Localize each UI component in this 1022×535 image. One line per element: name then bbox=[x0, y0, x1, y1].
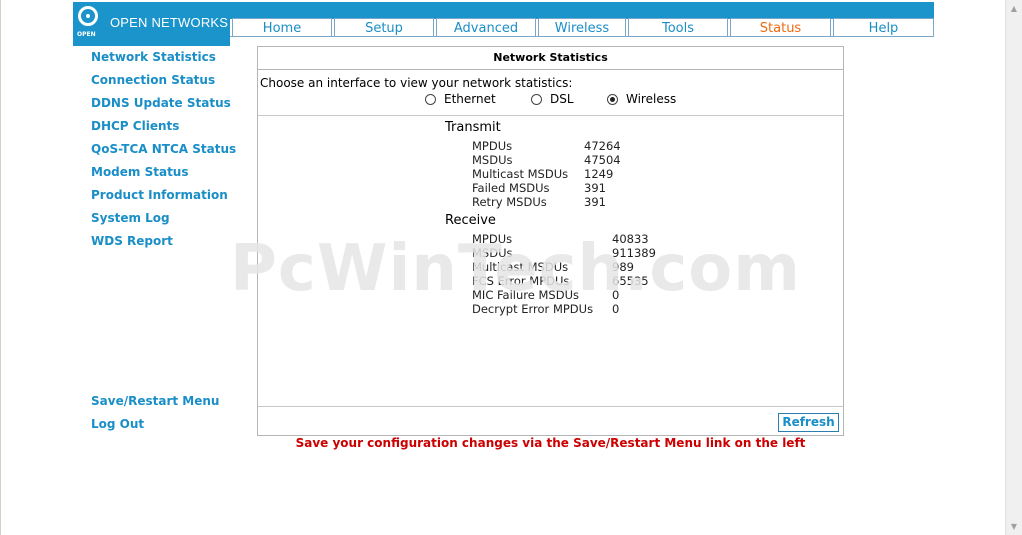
scroll-down-arrow-icon[interactable]: ▼ bbox=[1006, 518, 1022, 535]
transmit-value: 47264 bbox=[584, 139, 621, 153]
logo-mark-icon bbox=[78, 6, 98, 26]
sidebar-item-log-out[interactable]: Log Out bbox=[91, 417, 144, 431]
sidebar-item-network-statistics[interactable]: Network Statistics bbox=[91, 50, 216, 64]
window-edge bbox=[0, 0, 1, 535]
transmit-label: MPDUs bbox=[472, 139, 513, 153]
prompt-divider bbox=[258, 115, 843, 116]
brand-name: OPEN NETWORKS bbox=[110, 15, 229, 30]
sidebar-item-system-log[interactable]: System Log bbox=[91, 211, 170, 225]
sidebar-item-save-restart-menu[interactable]: Save/Restart Menu bbox=[91, 394, 219, 408]
tab-wireless[interactable]: Wireless bbox=[538, 18, 626, 37]
main-nav-tabs: Home Setup Advanced Wireless Tools Statu… bbox=[230, 18, 934, 37]
interface-option-ethernet[interactable]: Ethernet bbox=[425, 91, 496, 107]
radio-label-ethernet: Ethernet bbox=[444, 92, 496, 106]
receive-label: MPDUs bbox=[472, 232, 513, 246]
receive-value: 0 bbox=[612, 288, 620, 302]
radio-ethernet[interactable] bbox=[425, 93, 436, 105]
sidebar-item-dhcp-clients[interactable]: DHCP Clients bbox=[91, 119, 179, 133]
vertical-scrollbar[interactable]: ▲ ▼ bbox=[1005, 0, 1022, 535]
tab-setup[interactable]: Setup bbox=[334, 18, 434, 37]
receive-label: FCS Error MPDUs bbox=[472, 274, 570, 288]
transmit-value: 47504 bbox=[584, 153, 621, 167]
interface-option-dsl[interactable]: DSL bbox=[531, 91, 574, 107]
save-warning-message: Save your configuration changes via the … bbox=[295, 436, 806, 450]
interface-prompt: Choose an interface to view your network… bbox=[260, 76, 573, 90]
receive-value: 911389 bbox=[612, 246, 656, 260]
receive-label: MSDUs bbox=[472, 246, 513, 260]
radio-wireless[interactable] bbox=[607, 93, 618, 105]
transmit-heading: Transmit bbox=[445, 120, 501, 135]
sidebar-item-product-information[interactable]: Product Information bbox=[91, 188, 228, 202]
sidebar-item-wds-report[interactable]: WDS Report bbox=[91, 234, 173, 248]
sidebar-item-connection-status[interactable]: Connection Status bbox=[91, 73, 215, 87]
radio-label-wireless: Wireless bbox=[626, 92, 677, 106]
radio-dsl[interactable] bbox=[531, 93, 542, 105]
tab-home[interactable]: Home bbox=[232, 18, 332, 37]
receive-label: Decrypt Error MPDUs bbox=[472, 302, 594, 316]
sidebar-item-modem-status[interactable]: Modem Status bbox=[91, 165, 189, 179]
transmit-label: MSDUs bbox=[472, 153, 513, 167]
tab-status[interactable]: Status bbox=[730, 18, 831, 37]
radio-label-dsl: DSL bbox=[550, 92, 574, 106]
receive-value: 0 bbox=[612, 302, 620, 316]
network-statistics-panel: Network Statistics Choose an interface t… bbox=[257, 46, 844, 436]
receive-label: Multicast MSDUs bbox=[472, 260, 569, 274]
nav-underline bbox=[230, 36, 934, 37]
receive-heading: Receive bbox=[445, 213, 496, 228]
receive-value: 40833 bbox=[612, 232, 649, 246]
brand-logo[interactable]: OPEN OPEN NETWORKS bbox=[73, 2, 230, 46]
transmit-value: 1249 bbox=[584, 167, 614, 181]
interface-option-wireless[interactable]: Wireless bbox=[607, 91, 676, 107]
tab-help[interactable]: Help bbox=[833, 18, 934, 37]
tab-tools[interactable]: Tools bbox=[628, 18, 728, 37]
panel-title: Network Statistics bbox=[258, 47, 843, 70]
transmit-value: 391 bbox=[584, 195, 606, 209]
footer-divider bbox=[258, 406, 843, 407]
scroll-up-arrow-icon[interactable]: ▲ bbox=[1006, 0, 1022, 17]
tab-advanced[interactable]: Advanced bbox=[436, 18, 536, 37]
transmit-label: Retry MSDUs bbox=[472, 195, 547, 209]
nav-band bbox=[230, 2, 934, 19]
transmit-label: Multicast MSDUs bbox=[472, 167, 569, 181]
sidebar-item-qos-tca-ntca-status[interactable]: QoS-TCA NTCA Status bbox=[91, 142, 236, 156]
refresh-button[interactable]: Refresh bbox=[778, 413, 839, 432]
receive-label: MIC Failure MSDUs bbox=[472, 288, 579, 302]
transmit-value: 391 bbox=[584, 181, 606, 195]
receive-value: 989 bbox=[612, 260, 634, 274]
transmit-label: Failed MSDUs bbox=[472, 181, 550, 195]
logo-small-text: OPEN bbox=[77, 31, 96, 38]
receive-value: 65535 bbox=[612, 274, 649, 288]
sidebar-item-ddns-update-status[interactable]: DDNS Update Status bbox=[91, 96, 231, 110]
